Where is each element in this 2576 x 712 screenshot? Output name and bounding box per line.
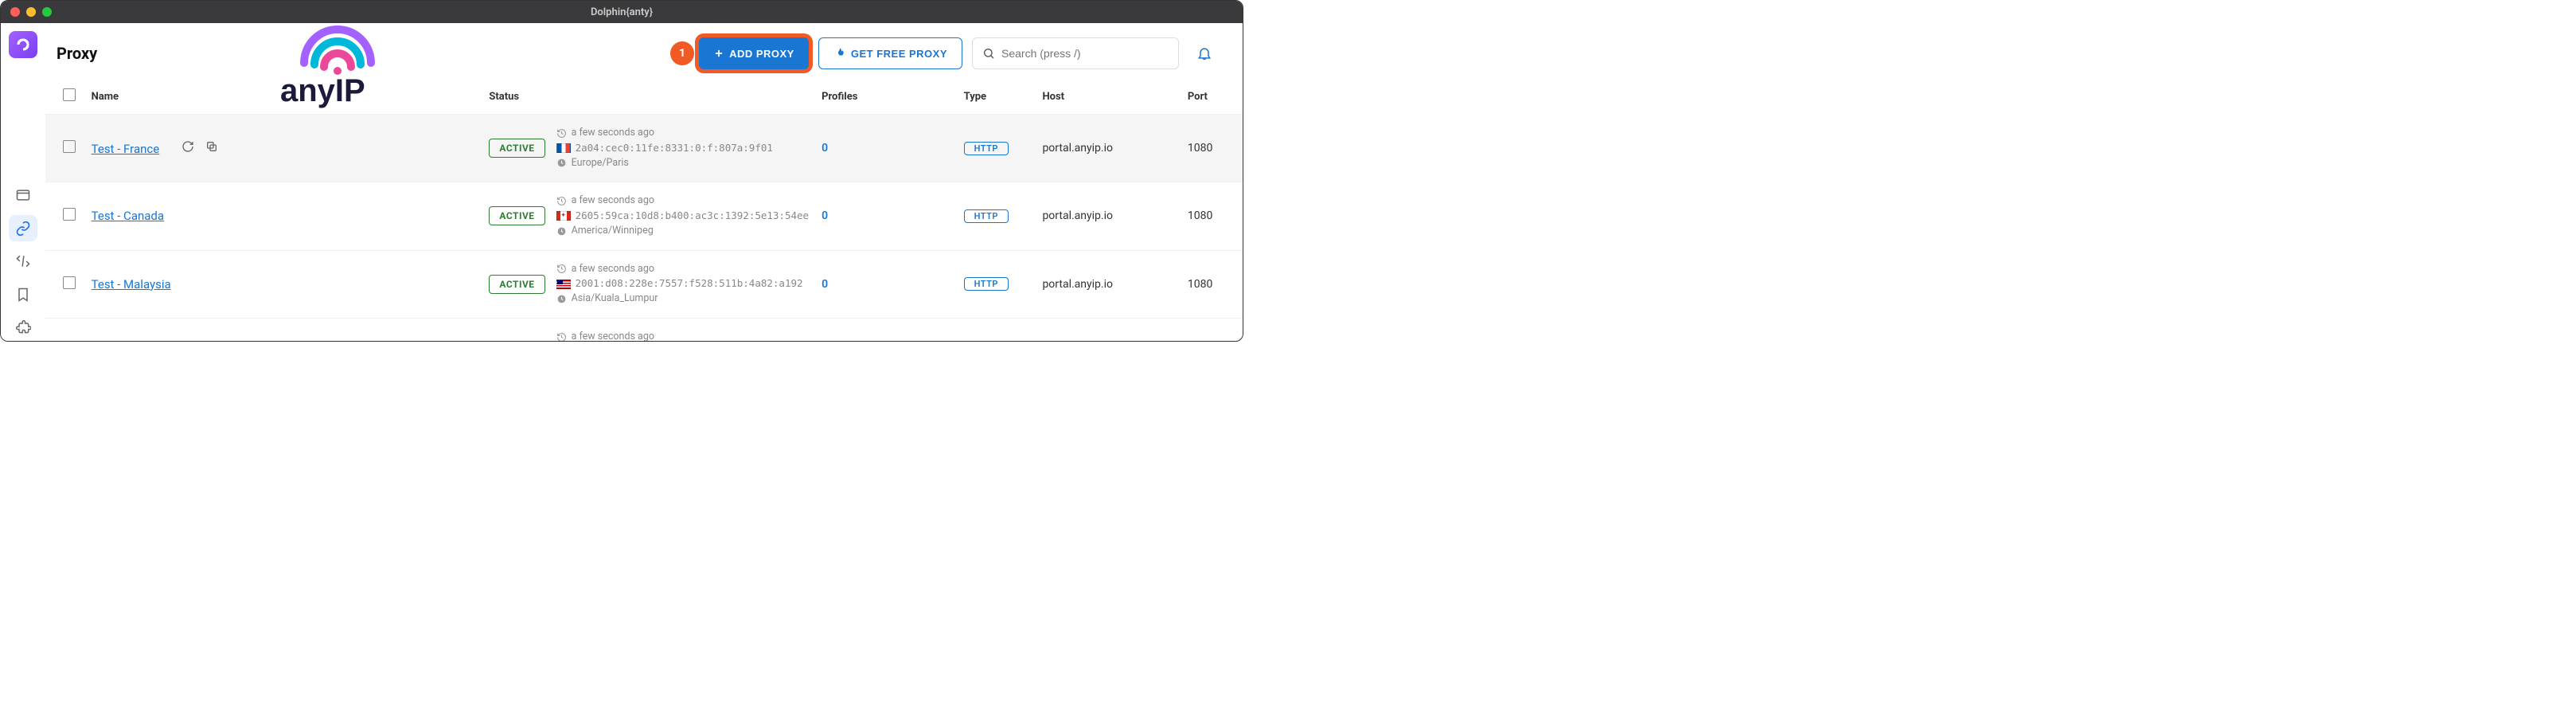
table-row[interactable]: Test - Malaysia ACTIVE a few seconds ago… — [45, 250, 1243, 318]
maximize-window-button[interactable] — [42, 7, 52, 17]
sidebar-automation-icon[interactable] — [9, 248, 37, 275]
type-pill: HTTP — [964, 142, 1009, 155]
table-row[interactable]: Test - Belgium ACTIVE a few seconds ago … — [45, 318, 1243, 341]
add-proxy-button[interactable]: ADD PROXY — [699, 37, 809, 69]
row-checkbox[interactable] — [63, 276, 76, 289]
minimize-window-button[interactable] — [26, 7, 36, 17]
profiles-count[interactable]: 0 — [822, 209, 828, 222]
profiles-count[interactable]: 0 — [822, 142, 828, 155]
type-pill: HTTP — [964, 277, 1009, 291]
sidebar-bookmarks-icon[interactable] — [9, 281, 37, 308]
window-title: Dolphin{anty} — [591, 6, 653, 18]
proxy-table: Name Status Profiles Type Host Port Test… — [45, 79, 1243, 341]
app-logo[interactable] — [9, 31, 37, 58]
search-input[interactable] — [1001, 47, 1169, 60]
host-cell: portal.anyip.io — [1036, 318, 1181, 341]
sidebar-proxy-icon[interactable] — [9, 215, 37, 242]
proxy-table-wrap: Name Status Profiles Type Host Port Test… — [45, 79, 1243, 341]
table-row[interactable]: Test - Canada ACTIVE a few seconds ago 2… — [45, 182, 1243, 250]
page-header: Proxy 1 ADD PROXY GET FREE PROXY — [45, 23, 1243, 79]
host-cell: portal.anyip.io — [1036, 115, 1181, 182]
window-controls — [10, 7, 52, 17]
flag-icon — [556, 211, 571, 221]
status-badge: ACTIVE — [489, 206, 544, 225]
col-host: Host — [1036, 79, 1181, 115]
plus-icon — [713, 48, 724, 59]
sidebar-browsers-icon[interactable] — [9, 182, 37, 209]
refresh-icon[interactable] — [181, 140, 194, 153]
search-icon — [982, 47, 995, 60]
flag-icon — [556, 280, 571, 289]
app-window: Dolphin{anty} — [0, 0, 1243, 342]
status-detail: a few seconds ago 2605:59ca:10d8:b400:ac… — [556, 194, 810, 238]
main-content: anyIP Proxy 1 ADD PROXY GET FREE PROXY — [45, 23, 1243, 341]
close-window-button[interactable] — [10, 7, 20, 17]
proxy-name-link[interactable]: Test - Malaysia — [92, 277, 171, 291]
port-cell: 1080 — [1181, 250, 1243, 318]
host-cell: portal.anyip.io — [1036, 250, 1181, 318]
select-all-checkbox[interactable] — [63, 88, 76, 101]
status-badge: ACTIVE — [489, 139, 544, 158]
port-cell: 1080 — [1181, 318, 1243, 341]
col-status: Status — [482, 79, 815, 115]
col-profiles: Profiles — [815, 79, 958, 115]
col-type: Type — [958, 79, 1036, 115]
search-box[interactable] — [972, 37, 1179, 69]
host-cell: portal.anyip.io — [1036, 182, 1181, 250]
status-badge: ACTIVE — [489, 275, 544, 294]
type-pill: HTTP — [964, 209, 1009, 223]
flag-icon — [556, 143, 571, 153]
copy-icon[interactable] — [205, 140, 218, 153]
port-cell: 1080 — [1181, 182, 1243, 250]
callout-badge: 1 — [670, 41, 694, 65]
table-row[interactable]: Test - France ACTIVE a few seconds ago 2… — [45, 115, 1243, 182]
profiles-count[interactable]: 0 — [822, 278, 828, 291]
row-checkbox[interactable] — [63, 208, 76, 221]
status-detail: a few seconds ago 2a04:cec0:11fe:8331:0:… — [556, 126, 773, 170]
notifications-button[interactable] — [1188, 37, 1220, 69]
status-detail: a few seconds ago 2a02:1808:204:7d5b:981… — [556, 330, 803, 341]
bell-icon — [1196, 45, 1212, 61]
sidebar-extensions-icon[interactable] — [9, 314, 37, 341]
row-checkbox[interactable] — [63, 140, 76, 153]
proxy-name-link[interactable]: Test - France — [92, 142, 160, 156]
status-detail: a few seconds ago 2001:d08:228e:7557:f52… — [556, 262, 803, 307]
fire-icon — [833, 47, 846, 60]
get-free-proxy-button[interactable]: GET FREE PROXY — [818, 37, 962, 69]
sidebar — [1, 23, 45, 341]
titlebar: Dolphin{anty} — [1, 1, 1243, 23]
col-name: Name — [85, 79, 483, 115]
page-title: Proxy — [57, 44, 97, 63]
col-port: Port — [1181, 79, 1243, 115]
port-cell: 1080 — [1181, 115, 1243, 182]
proxy-name-link[interactable]: Test - Canada — [92, 209, 164, 223]
